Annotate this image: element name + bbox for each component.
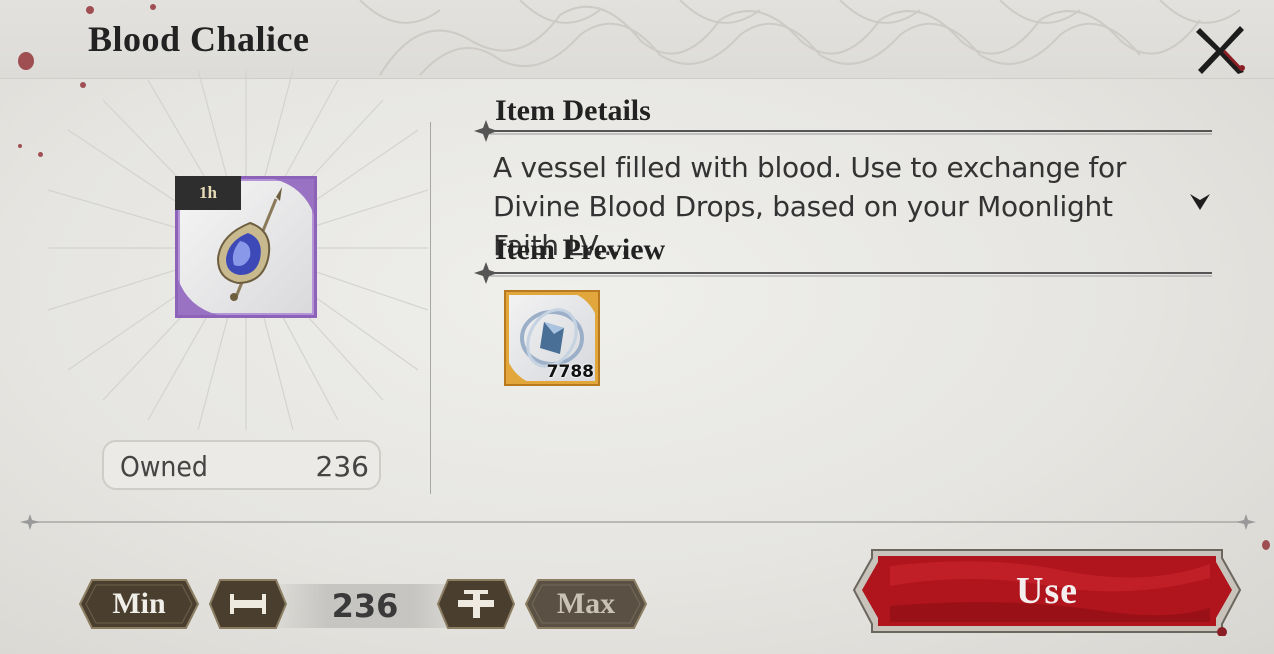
close-x-icon: [1196, 26, 1245, 74]
blood-splatter: [38, 152, 43, 157]
increase-button[interactable]: [436, 578, 516, 630]
close-button[interactable]: [1194, 24, 1248, 76]
blood-splatter: [18, 144, 22, 148]
blood-splatter: [150, 4, 156, 10]
panel-divider: [430, 122, 431, 494]
page-title: Blood Chalice: [88, 19, 310, 59]
decrease-button[interactable]: [208, 578, 288, 630]
max-button[interactable]: Max: [524, 578, 648, 630]
min-button[interactable]: Min: [78, 578, 200, 630]
blood-splatter: [86, 6, 94, 14]
blood-splatter: [18, 52, 34, 70]
minus-icon: [208, 579, 288, 629]
section-divider: [474, 120, 1212, 142]
chevron-down-icon[interactable]: [1188, 192, 1212, 212]
plus-icon: [436, 579, 516, 629]
max-label: Max: [556, 587, 616, 620]
preview-reward-item[interactable]: 7788: [504, 290, 600, 386]
owned-label: Owned: [120, 450, 208, 483]
section-divider: [474, 262, 1212, 284]
bottom-divider: [20, 514, 1256, 530]
owned-count-box: Owned 236: [102, 440, 381, 490]
timer-badge: 1h: [175, 176, 241, 210]
blood-splatter: [1262, 540, 1270, 550]
owned-value: 236: [315, 450, 369, 483]
use-button[interactable]: [850, 546, 1244, 636]
preview-item-count: 7788: [546, 362, 594, 382]
quantity-value[interactable]: 236: [300, 584, 430, 628]
min-label: Min: [112, 587, 166, 620]
